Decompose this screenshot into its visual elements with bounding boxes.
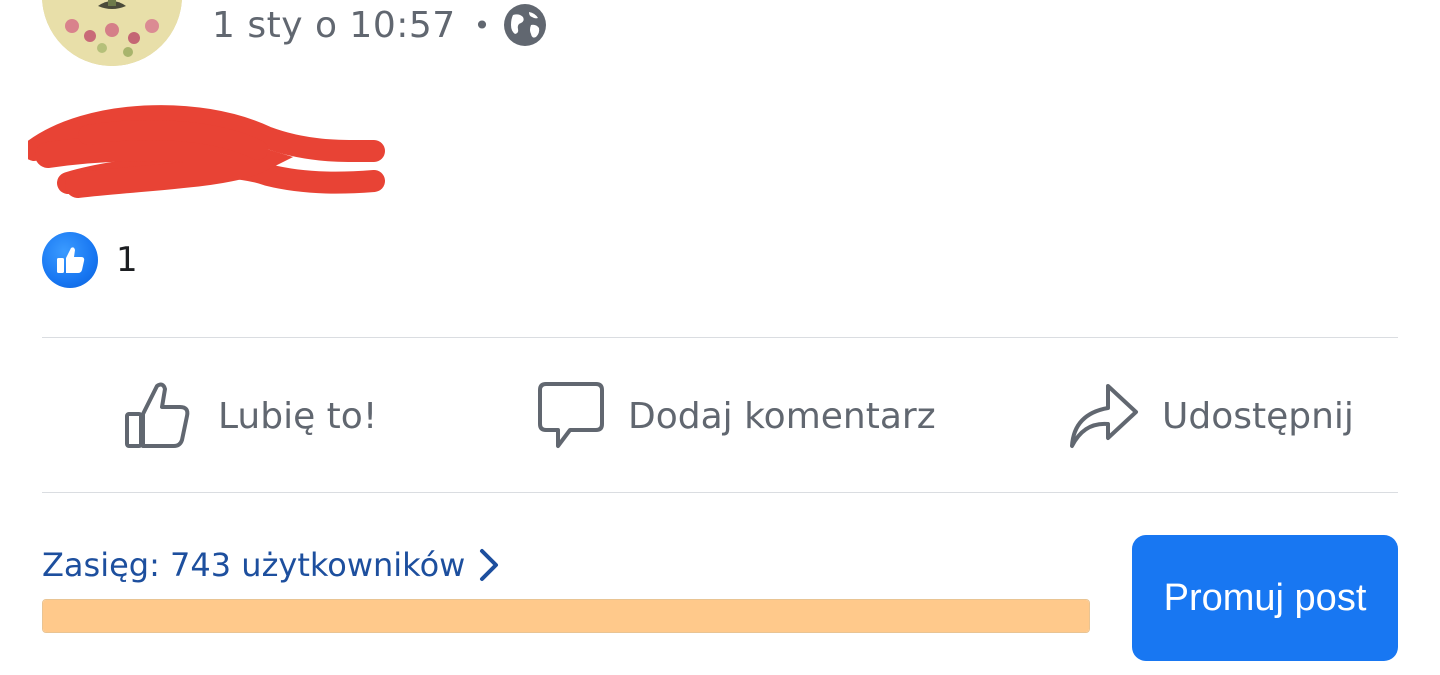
meta-separator: • — [473, 8, 491, 42]
like-button-label: Lubię to! — [218, 395, 378, 437]
globe-icon[interactable] — [503, 3, 547, 47]
divider — [42, 492, 1398, 493]
avatar[interactable] — [42, 0, 182, 66]
share-button[interactable]: Udostępnij — [1068, 380, 1354, 452]
chevron-right-icon — [480, 549, 499, 581]
reach-label: Zasięg: 743 użytkowników — [42, 546, 466, 584]
comment-button[interactable]: Dodaj komentarz — [536, 380, 936, 452]
avatar-image — [42, 0, 182, 66]
promote-post-button[interactable]: Promuj post — [1132, 535, 1398, 661]
thumbs-up-icon — [125, 382, 190, 448]
reach-progress-bar — [42, 599, 1090, 633]
post-timestamp[interactable]: 1 sty o 10:57 — [212, 5, 456, 46]
reactions-summary[interactable]: 1 — [42, 232, 138, 288]
comment-button-label: Dodaj komentarz — [628, 395, 936, 437]
speech-bubble-icon — [538, 382, 604, 448]
share-arrow-icon — [1070, 384, 1138, 448]
post-meta: 1 sty o 10:57 • — [212, 2, 547, 48]
action-bar: Lubię to! Dodaj komentarz Udostępnij — [42, 338, 1398, 492]
reach-link[interactable]: Zasięg: 743 użytkowników — [42, 540, 501, 590]
reaction-count: 1 — [116, 240, 138, 280]
redacted-text-scribble — [28, 105, 385, 198]
reach-progress-fill — [43, 600, 1089, 632]
like-button[interactable]: Lubię to! — [124, 380, 377, 452]
like-thumb-icon — [42, 232, 98, 288]
post-card: 1 sty o 10:57 • 1 Lubię to! Dodaj koment… — [0, 0, 1440, 675]
share-button-label: Udostępnij — [1162, 395, 1354, 437]
